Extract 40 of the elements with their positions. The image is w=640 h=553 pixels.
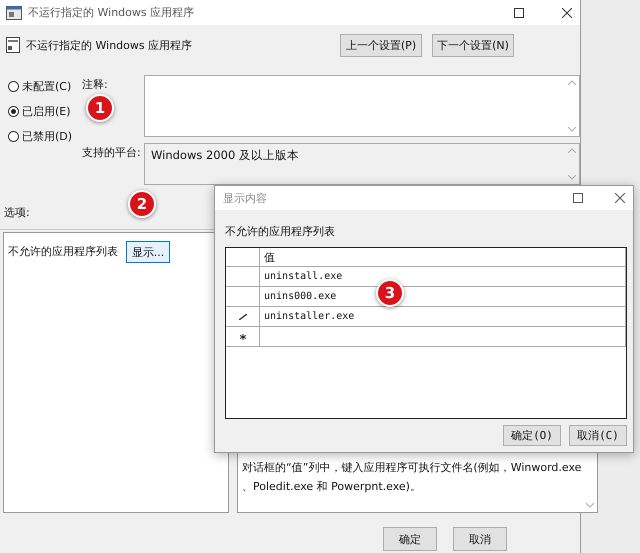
scroll-up-icon[interactable] — [568, 80, 576, 85]
options-label: 选项: — [4, 204, 30, 220]
platform-field: Windows 2000 及以上版本 — [144, 143, 580, 185]
platform-label: 支持的平台: — [82, 145, 142, 160]
radio-option[interactable]: 未配置(C) — [8, 79, 82, 94]
close-icon[interactable] — [562, 8, 572, 18]
value-cell[interactable]: uninstall.exe — [260, 267, 626, 286]
list-label: 不允许的应用程序列表 — [8, 244, 118, 259]
maximize-icon[interactable] — [573, 193, 583, 203]
radio-button[interactable] — [8, 131, 19, 142]
radio-button[interactable] — [8, 81, 19, 92]
show-button[interactable]: 显示... — [126, 241, 170, 263]
list-label: 不允许的应用程序列表 — [225, 224, 336, 239]
dialog-title: 显示内容 — [223, 190, 267, 206]
nav-button[interactable]: 下一个设置(N) — [432, 34, 514, 56]
scroll-up-icon[interactable] — [568, 148, 576, 153]
dialog-button[interactable]: 取消 — [453, 527, 507, 551]
column-header[interactable]: 值 — [260, 248, 626, 266]
close-icon[interactable] — [615, 193, 625, 203]
window-app-icon — [6, 6, 22, 20]
policy-title: 不运行指定的 Windows 应用程序 — [26, 38, 194, 52]
dialog-button[interactable]: 取消(C) — [569, 425, 627, 446]
pencil-icon — [238, 314, 246, 320]
maximize-icon[interactable] — [514, 8, 524, 18]
window-title: 不运行指定的 Windows 应用程序 — [28, 5, 194, 20]
help-text: 、Poledit.exe 和 Powerpnt.exe)。 — [242, 479, 422, 494]
asterisk-icon — [240, 334, 246, 340]
policy-icon — [6, 37, 20, 53]
dialog-button[interactable]: 确定(O) — [503, 425, 561, 446]
help-text: 对话框的“值”列中，键入应用程序可执行文件名(例如，Winword.exe — [242, 460, 582, 475]
scroll-down-icon[interactable] — [586, 503, 594, 508]
scroll-down-icon[interactable] — [568, 127, 576, 132]
radio-option[interactable]: 已禁用(D) — [8, 129, 82, 144]
scroll-down-icon[interactable] — [568, 175, 576, 180]
dialog-button[interactable]: 确定 — [383, 527, 437, 551]
radio-button[interactable] — [8, 106, 19, 117]
nav-button[interactable]: 上一个设置(P) — [340, 34, 422, 56]
value-cell[interactable]: uninstaller.exe — [260, 307, 626, 326]
comment-label: 注释: — [82, 77, 109, 92]
radio-option[interactable]: 已启用(E) — [8, 104, 82, 119]
